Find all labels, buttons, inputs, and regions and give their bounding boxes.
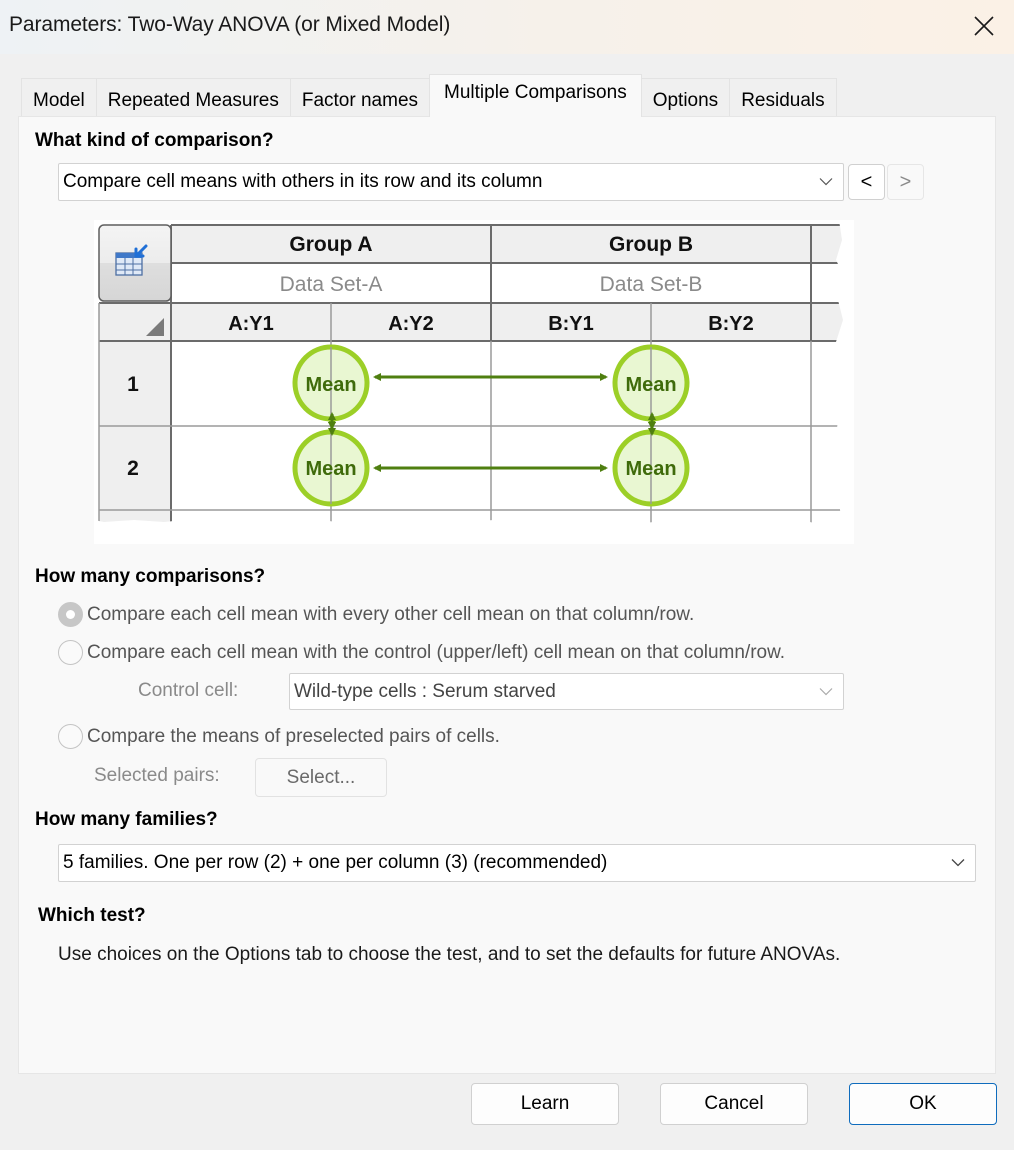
row-header-1: 1 bbox=[127, 373, 139, 396]
ok-button[interactable]: OK bbox=[849, 1083, 997, 1125]
diagram-svg: Group A Group B Data Set-A Data Set-B A:… bbox=[98, 224, 846, 524]
comparison-diagram: Group A Group B Data Set-A Data Set-B A:… bbox=[94, 220, 854, 544]
column-header-a-y2: A:Y2 bbox=[388, 313, 434, 335]
mean-circle-a1: Mean bbox=[292, 344, 370, 422]
chevron-down-icon bbox=[951, 859, 965, 867]
mean-circle-b2: Mean bbox=[612, 429, 690, 507]
previous-button[interactable]: < bbox=[848, 164, 885, 200]
window-title: Parameters: Two-Way ANOVA (or Mixed Mode… bbox=[9, 13, 451, 36]
selected-pairs-label: Selected pairs: bbox=[94, 765, 220, 786]
next-button[interactable]: > bbox=[887, 164, 924, 200]
tab-residuals[interactable]: Residuals bbox=[729, 78, 837, 117]
cancel-button[interactable]: Cancel bbox=[660, 1083, 808, 1125]
comparisons-count-heading: How many comparisons? bbox=[35, 566, 266, 587]
radio-compare-pairs[interactable]: Compare the means of preselected pairs o… bbox=[58, 724, 500, 749]
title-bar: Parameters: Two-Way ANOVA (or Mixed Mode… bbox=[0, 0, 1014, 54]
group-header-bg bbox=[171, 225, 846, 263]
dataset-row-bg bbox=[171, 263, 846, 303]
comparison-arrows bbox=[328, 373, 656, 472]
control-cell-dropdown[interactable]: Wild-type cells : Serum starved bbox=[289, 673, 844, 710]
column-header-a-y1: A:Y1 bbox=[228, 313, 274, 335]
radio-button[interactable] bbox=[58, 640, 83, 665]
dataset-a-label: Data Set-A bbox=[280, 273, 383, 296]
tab-model[interactable]: Model bbox=[21, 78, 97, 117]
radio-compare-all-label: Compare each cell mean with every other … bbox=[87, 603, 695, 625]
tab-repeated-measures[interactable]: Repeated Measures bbox=[95, 78, 291, 117]
mean-circle-a2: Mean bbox=[292, 429, 370, 507]
mean-label: Mean bbox=[625, 374, 676, 396]
families-heading: How many families? bbox=[35, 809, 218, 830]
tab-options[interactable]: Options bbox=[640, 78, 731, 117]
group-a-title: Group A bbox=[289, 233, 372, 256]
vertical-arrows-top bbox=[328, 412, 656, 436]
torn-grid bbox=[98, 224, 846, 524]
tab-bar: Model Repeated Measures Factor names Mul… bbox=[21, 74, 837, 117]
mean-label: Mean bbox=[305, 374, 356, 396]
radio-compare-control[interactable]: Compare each cell mean with the control … bbox=[58, 640, 785, 665]
group-b-title: Group B bbox=[609, 233, 693, 256]
learn-button[interactable]: Learn bbox=[471, 1083, 619, 1125]
row-header-2: 2 bbox=[127, 457, 139, 480]
chevron-down-icon bbox=[819, 178, 833, 186]
tab-factor-names[interactable]: Factor names bbox=[289, 78, 431, 117]
column-header-b-y1: B:Y1 bbox=[548, 313, 594, 335]
comparison-kind-dropdown[interactable]: Compare cell means with others in its ro… bbox=[58, 163, 844, 201]
which-test-heading: Which test? bbox=[38, 905, 146, 926]
row-header-bg bbox=[99, 341, 171, 524]
close-x-icon bbox=[974, 16, 994, 36]
radio-compare-control-label: Compare each cell mean with the control … bbox=[87, 641, 786, 663]
control-cell-label: Control cell: bbox=[138, 680, 239, 701]
radio-compare-pairs-label: Compare the means of preselected pairs o… bbox=[87, 725, 500, 747]
control-cell-value: Wild-type cells : Serum starved bbox=[294, 680, 556, 702]
comparison-kind-value: Compare cell means with others in its ro… bbox=[63, 171, 543, 192]
close-button[interactable] bbox=[968, 10, 1000, 42]
mean-label: Mean bbox=[305, 458, 356, 480]
select-pairs-button[interactable]: Select... bbox=[255, 758, 387, 797]
mean-circle-b1: Mean bbox=[612, 344, 690, 422]
comparison-kind-heading: What kind of comparison? bbox=[35, 130, 274, 151]
which-test-description: Use choices on the Options tab to choose… bbox=[58, 944, 841, 965]
families-value: 5 families. One per row (2) + one per co… bbox=[63, 852, 608, 873]
mean-label: Mean bbox=[625, 458, 676, 480]
dataset-b-label: Data Set-B bbox=[600, 273, 703, 296]
radio-button-checked[interactable] bbox=[58, 602, 83, 627]
table-format-button[interactable] bbox=[98, 224, 172, 302]
column-header-b-y2: B:Y2 bbox=[708, 313, 754, 335]
radio-compare-all[interactable]: Compare each cell mean with every other … bbox=[58, 602, 694, 627]
families-dropdown[interactable]: 5 families. One per row (2) + one per co… bbox=[58, 844, 976, 882]
chevron-down-icon bbox=[819, 687, 833, 695]
tab-multiple-comparisons[interactable]: Multiple Comparisons bbox=[429, 74, 642, 117]
radio-button[interactable] bbox=[58, 724, 83, 749]
